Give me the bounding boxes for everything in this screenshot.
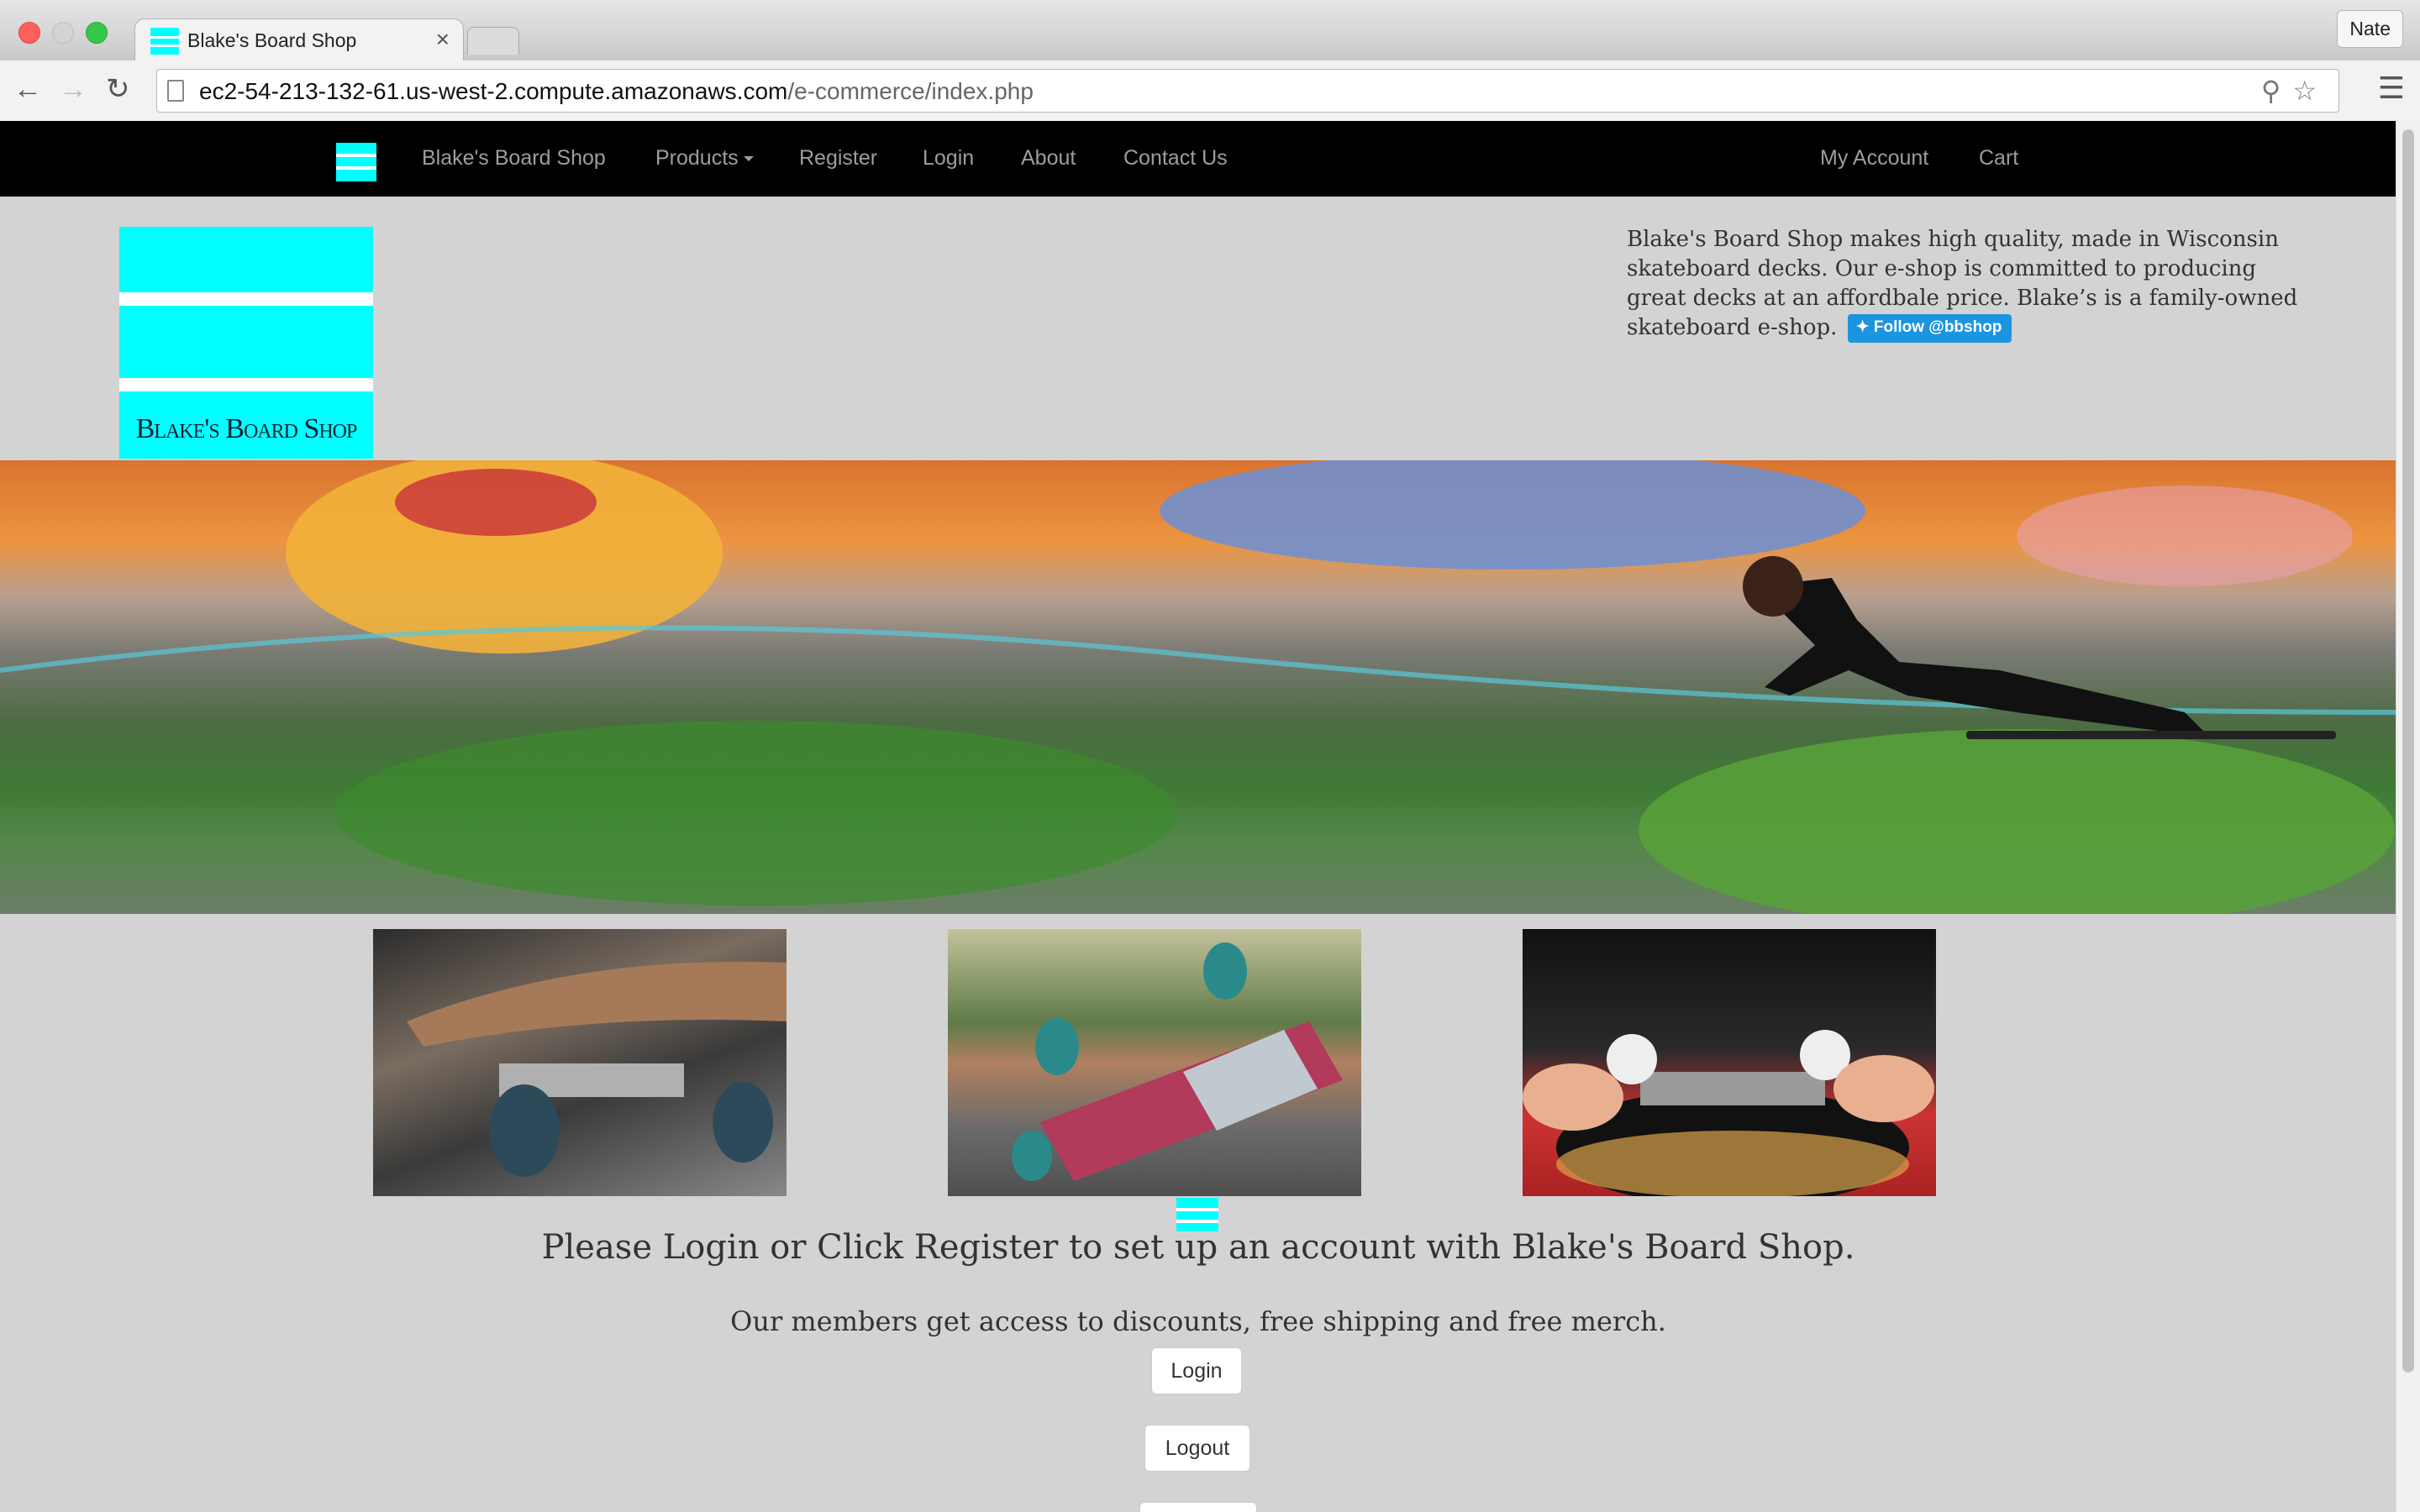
product-thumbnail-longboard[interactable] xyxy=(948,929,1361,1196)
inline-logo-icon xyxy=(1176,1198,1218,1231)
twitter-bird-icon: ✦ xyxy=(1855,318,1870,336)
back-icon[interactable]: ← xyxy=(13,72,42,106)
nav-my-account-link[interactable]: My Account xyxy=(1820,146,1928,171)
nav-products-label: Products xyxy=(655,146,739,170)
scrollbar-thumb[interactable] xyxy=(2402,129,2414,1373)
reload-icon[interactable]: ↻ xyxy=(106,72,130,106)
shop-description: Blake's Board Shop makes high quality, m… xyxy=(1627,225,2299,343)
vertical-scrollbar[interactable] xyxy=(2396,121,2420,1512)
browser-tab[interactable]: Blake's Board Shop × xyxy=(134,18,464,61)
product-thumbnail-deck-assembly[interactable] xyxy=(1523,929,1936,1196)
tab-title: Blake's Board Shop xyxy=(187,29,357,51)
nav-about-link[interactable]: About xyxy=(1021,146,1076,171)
hero-banner-image xyxy=(0,460,2396,914)
nav-products-dropdown[interactable]: Products xyxy=(655,146,754,171)
window-close-button[interactable] xyxy=(18,22,40,44)
shop-logo: Blake's Board Shop xyxy=(119,227,373,459)
twitter-follow-button[interactable]: ✦ Follow @bbshop xyxy=(1847,314,2012,343)
address-bar[interactable]: ec2-54-213-132-61.us-west-2.compute.amaz… xyxy=(156,69,2339,113)
forward-icon[interactable]: → xyxy=(59,72,87,106)
browser-titlebar: Blake's Board Shop × Nate xyxy=(0,0,2420,61)
url-path: /e-commerce/index.php xyxy=(787,78,1034,104)
twitter-follow-label: Follow @bbshop xyxy=(1873,318,2002,336)
tab-close-icon[interactable]: × xyxy=(436,26,450,53)
window-maximize-button[interactable] xyxy=(86,22,108,44)
site-navbar: Blake's Board Shop Products Register Log… xyxy=(0,121,2396,197)
nav-contact-link[interactable]: Contact Us xyxy=(1123,146,1228,171)
profile-button[interactable]: Nate xyxy=(2337,10,2403,48)
nav-brand-link[interactable]: Blake's Board Shop xyxy=(422,146,606,171)
nav-register-link[interactable]: Register xyxy=(799,146,877,171)
page-content: Blake's Board Shop Products Register Log… xyxy=(0,121,2396,1512)
url-text[interactable]: ec2-54-213-132-61.us-west-2.compute.amaz… xyxy=(199,78,1034,105)
new-tab-button[interactable] xyxy=(467,27,519,55)
menu-icon[interactable]: ☰ xyxy=(2378,71,2405,106)
zoom-icon[interactable]: ⚲ xyxy=(2261,76,2292,106)
login-button[interactable]: Login xyxy=(1151,1347,1242,1394)
login-prompt-heading: Please Login or Click Register to set up… xyxy=(541,1228,1855,1267)
caret-down-icon xyxy=(743,156,754,162)
favicon-icon xyxy=(150,28,179,55)
logo-text: Blake's Board Shop xyxy=(135,413,358,444)
page-icon xyxy=(167,80,184,102)
star-icon[interactable]: ☆ xyxy=(2292,76,2328,106)
url-host: ec2-54-213-132-61.us-west-2.compute.amaz… xyxy=(199,78,788,104)
product-thumbnail-skateboard-trucks[interactable] xyxy=(373,929,786,1196)
members-benefits-text: Our members get access to discounts, fre… xyxy=(730,1305,1666,1337)
logout-button[interactable]: Logout xyxy=(1144,1425,1250,1472)
nav-logo-icon[interactable] xyxy=(336,143,376,181)
partial-button[interactable] xyxy=(1139,1502,1257,1512)
nav-login-link[interactable]: Login xyxy=(923,146,974,171)
window-minimize-button[interactable] xyxy=(52,22,74,44)
hero-graffiti-art xyxy=(0,460,2396,914)
nav-cart-link[interactable]: Cart xyxy=(1979,146,2018,171)
browser-toolbar: ← → ↻ ec2-54-213-132-61.us-west-2.comput… xyxy=(0,60,2420,122)
